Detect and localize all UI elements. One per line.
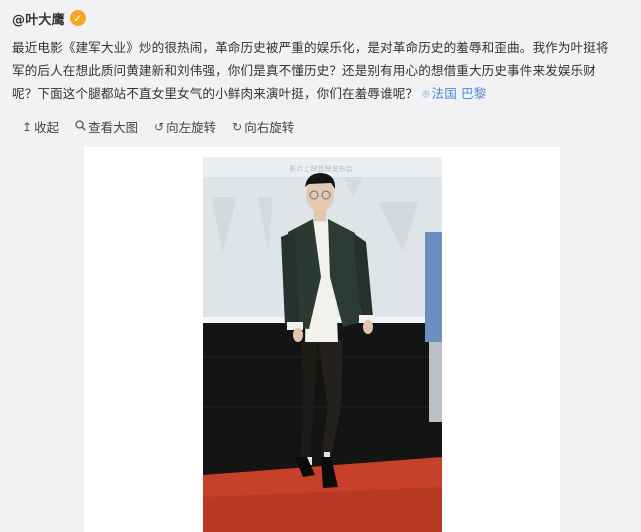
view-large-label: 查看大图 bbox=[88, 120, 139, 135]
verified-badge-icon: ✓ bbox=[69, 10, 86, 26]
author-name[interactable]: @叶大鹰 bbox=[12, 9, 65, 28]
post-text-line-3: 呢？下面这个腿都站不直女里女气的小鲜肉来演叶挺，你们在羞辱谁呢？ bbox=[12, 86, 419, 101]
post-text: 最近电影《建军大业》炒的很热闹，革命历史被严重的娱乐化，是对革命历史的羞辱和歪曲… bbox=[12, 36, 634, 106]
event-photo-illustration: 影片上映首映发布会 bbox=[203, 157, 442, 532]
magnifier-icon bbox=[75, 119, 86, 134]
backdrop-text: 影片上映首映发布会 bbox=[290, 164, 353, 173]
collapse-button[interactable]: ↥ 收起 bbox=[22, 117, 59, 136]
collapse-label: 收起 bbox=[34, 120, 60, 135]
location-pin-icon: ⌾ bbox=[422, 87, 430, 101]
rotate-left-label: 向左旋转 bbox=[166, 120, 217, 135]
view-large-button[interactable]: 查看大图 bbox=[75, 117, 138, 136]
collapse-arrow-icon: ↥ bbox=[22, 119, 33, 134]
post-text-line-2: 军的后人在想此质问黄建新和刘伟强，你们是真不懂历史？还是别有用心的想借重大历史事… bbox=[12, 63, 596, 78]
image-viewer: 影片上映首映发布会 bbox=[84, 147, 560, 532]
post-text-line-1: 最近电影《建军大业》炒的很热闹，革命历史被严重的娱乐化，是对革命历史的羞辱和歪曲… bbox=[12, 40, 609, 55]
rotate-right-icon: ↻ bbox=[232, 119, 243, 134]
post-header: @叶大鹰 ✓ bbox=[12, 8, 86, 28]
rotate-right-button[interactable]: ↻ 向右旋转 bbox=[232, 117, 294, 136]
post-photo[interactable]: 影片上映首映发布会 bbox=[203, 157, 442, 532]
rotate-right-label: 向右旋转 bbox=[244, 120, 295, 135]
weibo-post: @叶大鹰 ✓ 最近电影《建军大业》炒的很热闹，革命历史被严重的娱乐化，是对革命历… bbox=[0, 0, 641, 532]
image-toolbar: ↥ 收起 查看大图 ↺ 向左旋转 ↻ 向右旋转 bbox=[22, 117, 294, 136]
rotate-left-button[interactable]: ↺ 向左旋转 bbox=[154, 117, 216, 136]
location-link[interactable]: 法国 巴黎 bbox=[432, 86, 487, 101]
rotate-left-icon: ↺ bbox=[154, 119, 165, 134]
